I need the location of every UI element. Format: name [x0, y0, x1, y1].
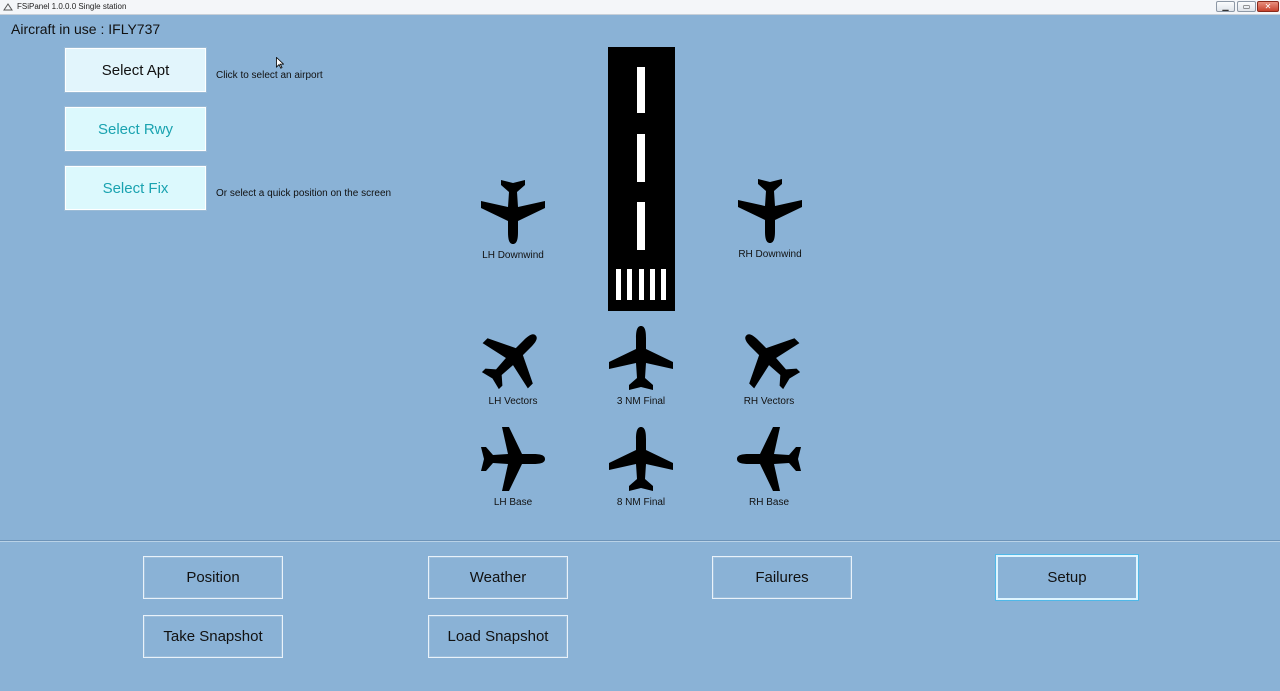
load-snapshot-button[interactable]: Load Snapshot	[428, 615, 568, 658]
select-rwy-button[interactable]: Select Rwy	[65, 107, 206, 151]
position-rh-vectors[interactable]: RH Vectors	[714, 324, 824, 407]
airplane-icon	[609, 427, 673, 491]
setup-button[interactable]: Setup	[996, 555, 1138, 600]
quick-position-hint: Or select a quick position on the screen	[216, 188, 392, 199]
position-label: LH Vectors	[488, 396, 538, 407]
airplane-icon	[479, 324, 547, 392]
airplane-icon	[738, 179, 802, 243]
title-bar: FSiPanel 1.0.0.0 Single station ▁ ▭ ✕	[0, 0, 1280, 15]
select-apt-hint: Click to select an airport	[216, 70, 323, 81]
app-icon	[3, 3, 13, 11]
position-label: RH Base	[748, 497, 789, 508]
divider	[0, 541, 1280, 542]
select-fix-button[interactable]: Select Fix	[65, 166, 206, 210]
position-label: LH Downwind	[482, 250, 544, 261]
airplane-icon	[735, 324, 803, 392]
maximize-button[interactable]: ▭	[1237, 1, 1256, 12]
position-lh-base[interactable]: LH Base	[458, 425, 568, 508]
position-rh-downwind[interactable]: RH Downwind	[715, 177, 825, 260]
airplane-icon	[737, 427, 801, 491]
window-title: FSiPanel 1.0.0.0 Single station	[17, 2, 127, 11]
position-label: 3 NM Final	[616, 396, 666, 407]
airplane-icon	[609, 326, 673, 390]
close-button[interactable]: ✕	[1257, 1, 1279, 12]
weather-button[interactable]: Weather	[428, 556, 568, 599]
position-label: LH Base	[493, 497, 533, 508]
mouse-cursor-icon	[276, 57, 284, 69]
position-3nm-final[interactable]: 3 NM Final	[586, 324, 696, 407]
aircraft-in-use-label: Aircraft in use : IFLY737	[11, 21, 161, 37]
position-label: RH Downwind	[738, 249, 802, 260]
position-lh-vectors[interactable]: LH Vectors	[458, 324, 568, 407]
position-8nm-final[interactable]: 8 NM Final	[586, 425, 696, 508]
position-label: 8 NM Final	[616, 497, 666, 508]
position-lh-downwind[interactable]: LH Downwind	[458, 178, 568, 261]
airplane-icon	[481, 180, 545, 244]
select-apt-button[interactable]: Select Apt	[65, 48, 206, 92]
airplane-icon	[481, 427, 545, 491]
runway-graphic	[608, 47, 675, 311]
take-snapshot-button[interactable]: Take Snapshot	[143, 615, 283, 658]
minimize-button[interactable]: ▁	[1216, 1, 1235, 12]
position-label: RH Vectors	[743, 396, 795, 407]
failures-button[interactable]: Failures	[712, 556, 852, 599]
position-button[interactable]: Position	[143, 556, 283, 599]
position-rh-base[interactable]: RH Base	[714, 425, 824, 508]
